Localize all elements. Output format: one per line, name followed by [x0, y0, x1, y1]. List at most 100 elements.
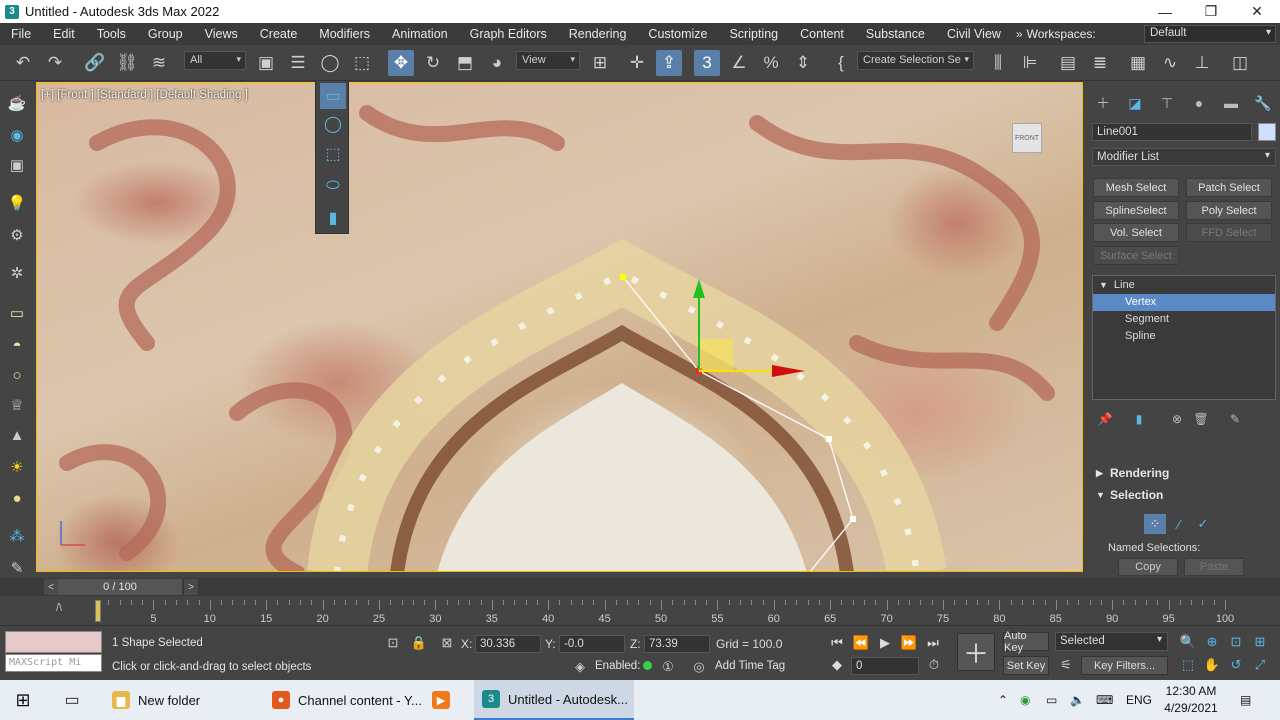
workspaces-select[interactable]: Default	[1144, 25, 1276, 43]
select-scale-icon[interactable]: ⬒	[452, 50, 478, 76]
redo-icon[interactable]: ↷	[42, 50, 68, 76]
zoom-extents-icon[interactable]: ⊡	[1226, 632, 1246, 652]
selection-filter-select[interactable]: All	[184, 51, 246, 70]
fence-selection-icon[interactable]: ⬚	[320, 141, 346, 167]
sphere-icon[interactable]: ○	[5, 363, 29, 387]
vertex-level-icon[interactable]: ⁘	[1144, 514, 1166, 534]
material-editor-icon[interactable]: ◫	[1227, 50, 1253, 76]
create-tab-icon[interactable]: ＋	[1092, 93, 1114, 113]
select-rotate-icon[interactable]: ↻	[420, 50, 446, 76]
show-end-result-icon[interactable]: ▮	[1130, 410, 1148, 428]
configure-modifier-sets-icon[interactable]: ✎	[1226, 410, 1244, 428]
remove-modifier-icon[interactable]: 🗑	[1192, 410, 1210, 428]
z-coordinate-field[interactable]: 73.39	[644, 635, 710, 653]
menu-substance[interactable]: Substance	[855, 27, 936, 41]
orbit-icon[interactable]: ↺	[1226, 655, 1246, 675]
segment-level-icon[interactable]: ⁄	[1168, 514, 1190, 534]
menu-tools[interactable]: Tools	[86, 27, 137, 41]
poly-select-button[interactable]: Poly Select	[1186, 201, 1272, 220]
menu-create[interactable]: Create	[249, 27, 309, 41]
spacewarp-icon[interactable]: ✲	[5, 261, 29, 285]
object-color-swatch[interactable]	[1258, 123, 1276, 141]
menu-graph-editors[interactable]: Graph Editors	[459, 27, 558, 41]
mirror-icon[interactable]: ⫼	[985, 50, 1011, 76]
keyboard-icon[interactable]: ⌨	[1096, 680, 1113, 720]
close-button[interactable]: ✕	[1234, 0, 1280, 23]
key-mode-icon[interactable]: ◆	[827, 655, 847, 675]
taskbar-app-new-folder[interactable]: ▆ New folder	[104, 680, 262, 720]
crown-icon[interactable]: ♕	[5, 393, 29, 417]
utilities-tab-icon[interactable]: 🔧	[1252, 93, 1274, 113]
maxscript-mini-listener[interactable]: MAXScript Mi	[5, 654, 102, 672]
modifier-list-dropdown[interactable]: Modifier List	[1092, 148, 1276, 166]
menu-edit[interactable]: Edit	[42, 27, 86, 41]
menu-animation[interactable]: Animation	[381, 27, 459, 41]
menu-customize[interactable]: Customize	[637, 27, 718, 41]
time-configuration-icon[interactable]: ⏱	[924, 655, 944, 675]
undo-icon[interactable]: ↶	[10, 50, 36, 76]
select-move-icon[interactable]: ✥	[388, 50, 414, 76]
track-bar[interactable]: /\ 5 10 15 20 25 30 35 40 45 50 55 60 65 70 75 80 85 90 95…	[0, 596, 1280, 626]
mesh-select-button[interactable]: Mesh Select	[1093, 178, 1179, 197]
menu-content[interactable]: Content	[789, 27, 855, 41]
adaptive-degradation-icon[interactable]: ◈	[570, 657, 590, 677]
link-icon[interactable]: 🔗	[82, 50, 108, 76]
patch-select-button[interactable]: Patch Select	[1186, 178, 1272, 197]
prev-frame-button[interactable]: <	[44, 579, 58, 595]
copy-button[interactable]: Copy	[1118, 558, 1178, 576]
selection-region-icon[interactable]: ◯	[317, 50, 343, 76]
select-object-icon[interactable]: ▣	[253, 50, 279, 76]
bind-space-warp-icon[interactable]: ≋	[146, 50, 172, 76]
schematic-view-icon[interactable]: ⊥	[1189, 50, 1215, 76]
key-filters-button[interactable]: Key Filters...	[1081, 656, 1168, 675]
restore-button[interactable]: ❐	[1188, 0, 1234, 23]
lasso-selection-icon[interactable]: ⬭	[320, 173, 346, 199]
named-selection-set-select[interactable]: Create Selection Se	[857, 51, 974, 70]
menu-file[interactable]: File	[0, 27, 42, 41]
splineselect-button[interactable]: SplineSelect	[1093, 201, 1179, 220]
current-frame-marker[interactable]	[95, 600, 101, 622]
add-time-tag[interactable]: Add Time Tag	[715, 660, 785, 672]
reference-coord-select[interactable]: View	[516, 51, 580, 70]
stack-item-spline[interactable]: Spline	[1093, 328, 1275, 345]
volume-icon[interactable]: 🔈	[1070, 680, 1085, 720]
taskbar-app-firefox[interactable]: ● Channel content - Y...	[264, 680, 422, 720]
next-frame-icon[interactable]: ⏩	[899, 633, 919, 653]
y-coordinate-field[interactable]: -0.0	[559, 635, 625, 653]
isolate-selection-icon[interactable]: ⊡	[383, 633, 403, 653]
set-keys-icon[interactable]: ＋	[957, 633, 995, 671]
vol-select-button[interactable]: Vol. Select	[1093, 223, 1179, 242]
network-icon[interactable]: ▭	[1046, 680, 1057, 720]
modify-tab-icon[interactable]: ◪	[1124, 93, 1146, 113]
windows-start-icon[interactable]: ⊞	[0, 680, 46, 720]
auto-key-button[interactable]: Auto Key	[1003, 630, 1049, 654]
menu-modifiers[interactable]: Modifiers	[308, 27, 381, 41]
keyboard-shortcut-override-icon[interactable]: ⇪	[656, 50, 682, 76]
menu-views[interactable]: Views	[194, 27, 249, 41]
paint-selection-icon[interactable]: ▮	[320, 205, 346, 231]
curve-editor-icon[interactable]: ∿	[1157, 50, 1183, 76]
hierarchy-tab-icon[interactable]: ⊤	[1156, 93, 1178, 113]
x-coordinate-field[interactable]: 30.336	[475, 635, 541, 653]
make-unique-icon[interactable]: ⊗	[1168, 410, 1186, 428]
layer-explorer-icon[interactable]: ≣	[1087, 50, 1113, 76]
helpers-icon[interactable]: ⚙	[5, 223, 29, 247]
taskbar-app-3dsmax[interactable]: 3 Untitled - Autodesk...	[474, 680, 634, 720]
stack-item-vertex[interactable]: Vertex	[1093, 294, 1275, 311]
stack-item-line[interactable]: ▼ Line	[1093, 277, 1275, 294]
align-icon[interactable]: ⊫	[1017, 50, 1043, 76]
language-indicator[interactable]: ENG	[1126, 680, 1152, 720]
show-hidden-icons-icon[interactable]: ⌃	[998, 680, 1008, 720]
maxscript-listener-output[interactable]	[5, 631, 102, 653]
select-place-icon[interactable]: ◕	[484, 50, 510, 76]
time-slider[interactable]: < 0 / 100 >	[0, 578, 1280, 596]
teapot-icon[interactable]: ☕	[5, 91, 29, 115]
set-key-button[interactable]: Set Key	[1003, 656, 1049, 675]
minimize-button[interactable]: —	[1142, 0, 1188, 23]
field-of-view-icon[interactable]: ⬚	[1178, 655, 1198, 675]
window-crossing-icon[interactable]: ⬚	[349, 50, 375, 76]
unlink-icon[interactable]: ⛓	[114, 50, 140, 76]
notifications-icon[interactable]: ▤	[1240, 680, 1251, 720]
collapse-caret-icon[interactable]: ▼	[1099, 280, 1108, 290]
selection-rollout[interactable]: ▼ Selection	[1092, 485, 1276, 505]
